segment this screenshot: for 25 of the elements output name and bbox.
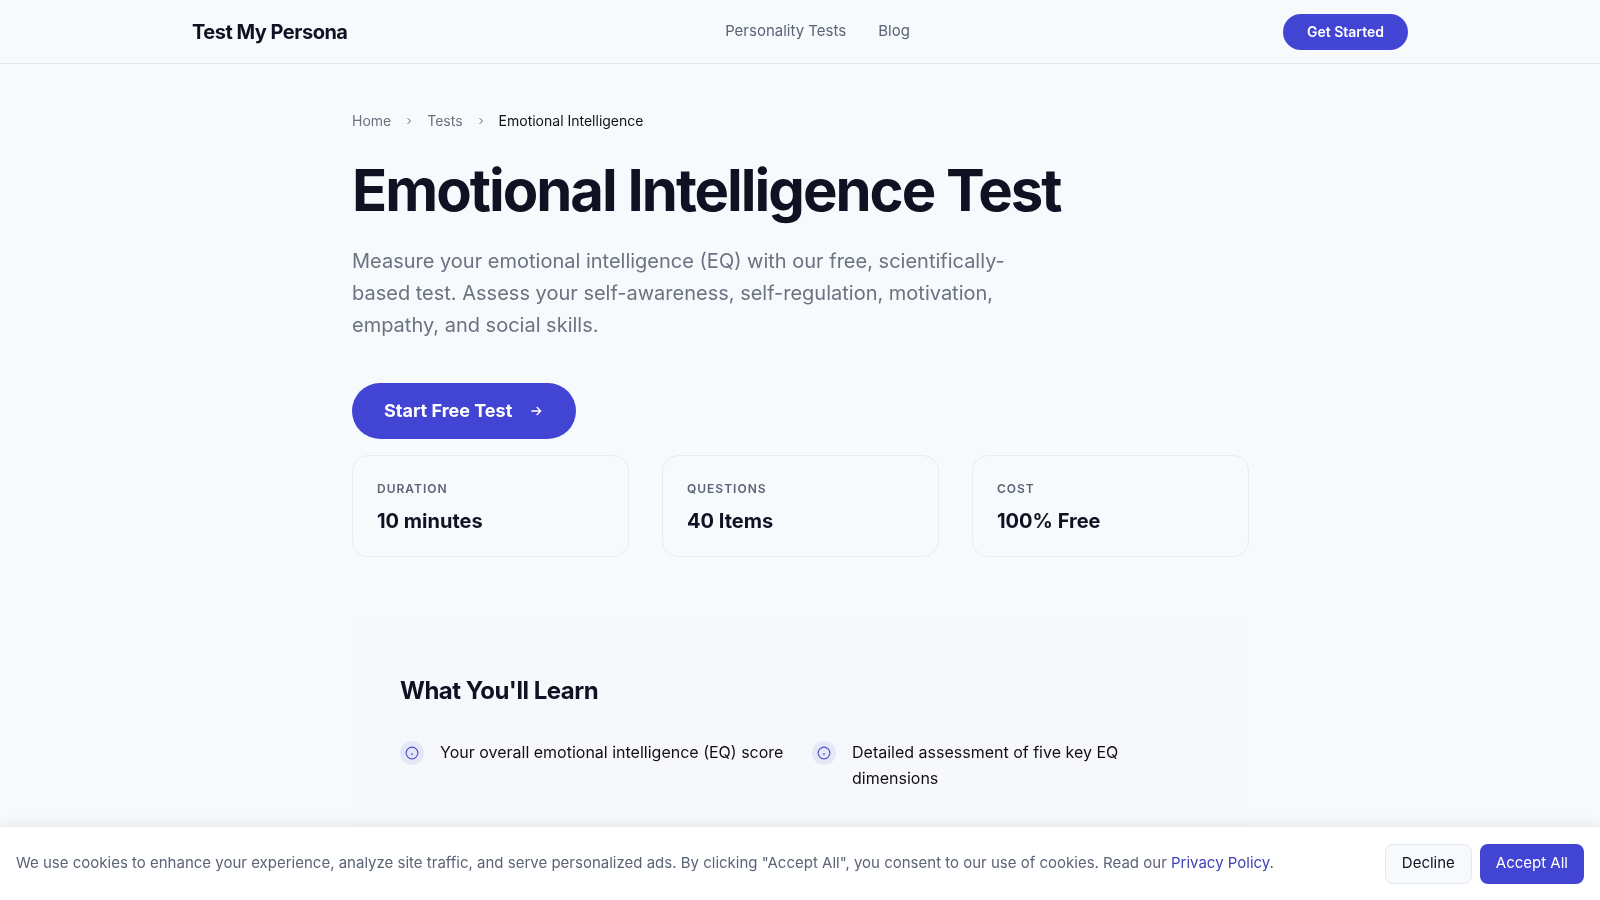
stat-value: 10 minutes <box>377 507 484 535</box>
breadcrumb-link[interactable]: Emotional Intelligence <box>498 110 644 131</box>
stat-value: 100% Free <box>997 507 1102 535</box>
breadcrumb-link[interactable]: Tests <box>427 110 463 131</box>
info-icon <box>400 740 424 765</box>
decline-button[interactable]: Decline <box>1384 843 1472 884</box>
stat-label: DURATION <box>377 479 449 498</box>
stat-value: 40 Items <box>687 507 775 535</box>
accept-all-button[interactable]: Accept All <box>1479 843 1584 884</box>
page-title: Emotional Intelligence Test <box>352 159 1062 223</box>
site-logo[interactable]: Test My Persona <box>192 16 592 47</box>
privacy-policy-link[interactable]: Privacy Policy <box>1171 853 1270 873</box>
nav-link[interactable]: Personality Tests <box>725 20 847 43</box>
breadcrumb-link[interactable]: Home <box>352 110 392 131</box>
section-title: What You'll Learn <box>400 674 600 707</box>
cookie-notice: We use cookies to enhance your experience, analyze site traffic, and serve personalized ads. By clicking "Accept All", you consent to our use of cookies. Read our Privacy Policy. <box>16 852 1275 875</box>
learn-item: Detailed assessment of five key EQ dimensions <box>852 740 1120 790</box>
get-started-button[interactable]: Get Started <box>1282 13 1408 50</box>
learn-item: Your overall emotional intelligence (EQ) score <box>440 740 784 764</box>
hero-description: Measure your emotional intelligence (EQ) with our free, scientifically-based test. Assess your self-awareness, self-regulation, motivation, empathy, and social skills. <box>352 247 1006 339</box>
nav-link[interactable]: Blog <box>878 20 910 43</box>
start-test-button[interactable]: Start Free Test <box>352 382 577 439</box>
stat-label: COST <box>997 479 1036 498</box>
stat-label: QUESTIONS <box>687 479 768 498</box>
info-icon <box>812 740 836 765</box>
